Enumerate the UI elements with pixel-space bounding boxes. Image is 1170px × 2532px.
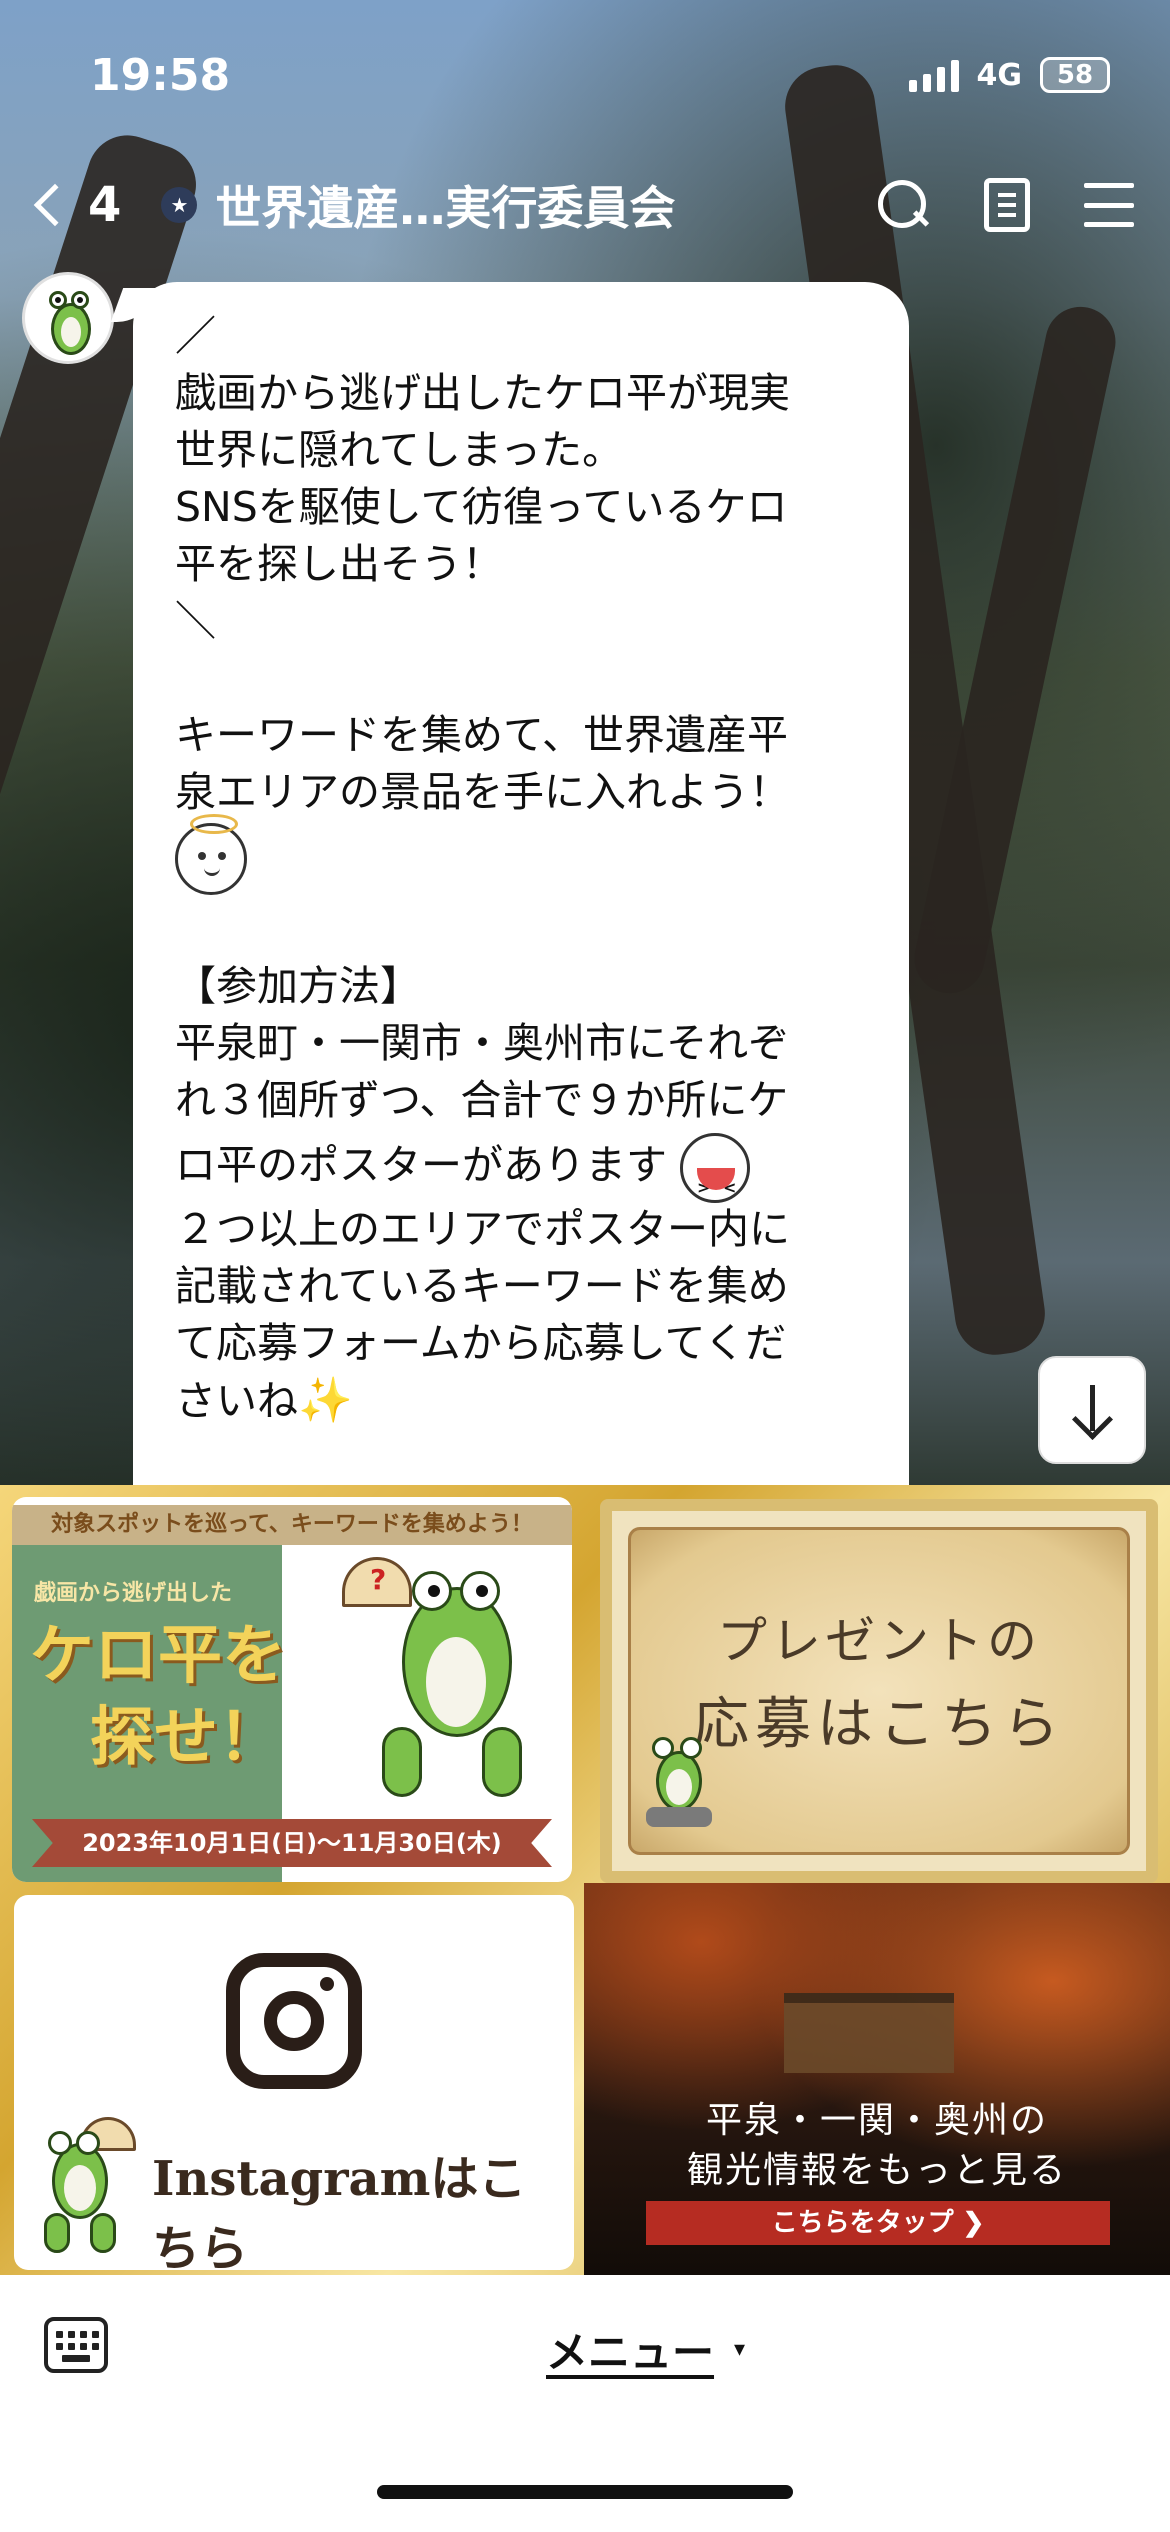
tourism-cta-button[interactable]: こちらをタップ ❯ bbox=[646, 2201, 1110, 2245]
message-line: 平を探し出そう！ bbox=[175, 540, 503, 588]
message-line: SNSを駆使して彷徨っているケロ bbox=[175, 483, 788, 531]
temple-illustration bbox=[784, 1993, 954, 2073]
rich-menu-campaign-tile[interactable]: 対象スポットを巡って、キーワードを集めよう！ 戯画から逃げ出した ケロ平を 探せ… bbox=[12, 1497, 572, 1882]
angel-emoji-icon bbox=[175, 814, 247, 895]
message-line: 平泉町・一関市・奥州市にそれぞ bbox=[175, 1019, 790, 1067]
frog-avatar-icon bbox=[37, 283, 107, 361]
frog-small-icon bbox=[642, 1731, 722, 1831]
verified-badge-icon: ★ bbox=[161, 187, 198, 223]
arrow-down-icon bbox=[1072, 1385, 1112, 1435]
present-line-1: プレゼントの bbox=[717, 1612, 1041, 1670]
battery-icon: 58 bbox=[1040, 57, 1110, 93]
tourism-line-2: 観光情報をもっと見る bbox=[686, 2150, 1067, 2191]
sparkles-icon: ✨ bbox=[298, 1375, 353, 1426]
scroll-to-bottom-button[interactable] bbox=[1038, 1356, 1146, 1464]
avatar[interactable] bbox=[22, 272, 114, 364]
message-line: て応募フォームから応募してくだ bbox=[175, 1319, 787, 1367]
header-actions bbox=[876, 178, 1134, 232]
message-line: 戯画から逃げ出したケロ平が現実 bbox=[175, 369, 790, 417]
keyboard-icon[interactable] bbox=[44, 2317, 108, 2373]
rich-menu-instagram-tile[interactable]: Instagramはこちら bbox=[14, 1895, 574, 2270]
laughing-emoji-icon: > < bbox=[680, 1133, 751, 1203]
message-line: ／ bbox=[175, 312, 216, 360]
bottom-bar: メニュー ▾ bbox=[0, 2275, 1170, 2532]
notes-icon[interactable] bbox=[984, 178, 1030, 232]
instagram-label: Instagramはこちら bbox=[152, 2151, 527, 2270]
message-line-text: さいね bbox=[175, 1377, 298, 1425]
message-line: キーワードを集めて、世界遺産平 bbox=[175, 711, 788, 759]
menu-toggle-button[interactable]: メニュー bbox=[546, 2319, 714, 2380]
message-line: ２つ以上のエリアでポスター内に bbox=[175, 1205, 790, 1253]
message-line: さいね✨ bbox=[175, 1372, 869, 1430]
message-bubble[interactable]: ／ 戯画から逃げ出したケロ平が現実 世界に隠れてしまった。 SNSを駆使して彷徨… bbox=[133, 282, 909, 1485]
search-icon[interactable] bbox=[876, 178, 930, 232]
rich-menu-present-tile[interactable]: プレゼントの 応募はこちら bbox=[600, 1499, 1158, 1883]
tourism-line-1: 平泉・一関・奥州の bbox=[705, 2100, 1048, 2141]
status-bar: 19:58 4G 58 bbox=[0, 0, 1170, 150]
message-line: 泉エリアの景品を手に入れよう！ bbox=[175, 768, 790, 816]
campaign-date-ribbon: 2023年10月1日(日)〜11月30日(木) bbox=[32, 1819, 552, 1867]
rich-menu-tourism-tile[interactable]: 平泉・一関・奥州の 観光情報をもっと見る こちらをタップ ❯ bbox=[584, 1883, 1170, 2275]
message-line: 記載されているキーワードを集め bbox=[175, 1262, 789, 1310]
message-line: ロ平のポスターがあります > < bbox=[175, 1129, 869, 1203]
rich-menu: 対象スポットを巡って、キーワードを集めよう！ 戯画から逃げ出した ケロ平を 探せ… bbox=[0, 1485, 1170, 2275]
message-line: ＼ bbox=[175, 597, 216, 645]
status-time: 19:58 bbox=[90, 49, 231, 101]
message-line: 【参加方法】 bbox=[175, 962, 421, 1010]
hamburger-icon[interactable] bbox=[1084, 183, 1134, 227]
campaign-subtitle: 戯画から逃げ出した bbox=[34, 1581, 233, 1606]
network-type: 4G bbox=[976, 57, 1023, 93]
message-line: 世界に隠れてしまった。 bbox=[175, 426, 624, 474]
chat-title[interactable]: 世界遺産…実行委員会 bbox=[215, 172, 876, 238]
home-indicator[interactable] bbox=[377, 2485, 793, 2499]
frog-illustration-icon: ? bbox=[342, 1557, 552, 1807]
back-button[interactable]: 4 bbox=[33, 177, 122, 233]
message-line: れ３個所ずつ、合計で９か所にケ bbox=[175, 1076, 789, 1124]
chevron-left-icon bbox=[33, 183, 77, 227]
instagram-icon bbox=[226, 1953, 362, 2089]
status-indicators: 4G 58 bbox=[908, 57, 1110, 93]
campaign-title-line: 探せ！ bbox=[90, 1700, 282, 1775]
caret-down-icon[interactable]: ▾ bbox=[734, 2337, 745, 2362]
frog-fan-icon bbox=[40, 2117, 140, 2257]
campaign-title-line: ケロ平を bbox=[30, 1618, 286, 1693]
message-line-text: ロ平のポスターがあります bbox=[175, 1141, 667, 1189]
campaign-banner: 対象スポットを巡って、キーワードを集めよう！ bbox=[12, 1505, 572, 1545]
campaign-title: ケロ平を 探せ！ bbox=[30, 1615, 286, 1779]
unread-count: 4 bbox=[88, 177, 122, 233]
signal-icon bbox=[908, 58, 959, 92]
chat-header: 4 ★ 世界遺産…実行委員会 bbox=[0, 150, 1170, 260]
